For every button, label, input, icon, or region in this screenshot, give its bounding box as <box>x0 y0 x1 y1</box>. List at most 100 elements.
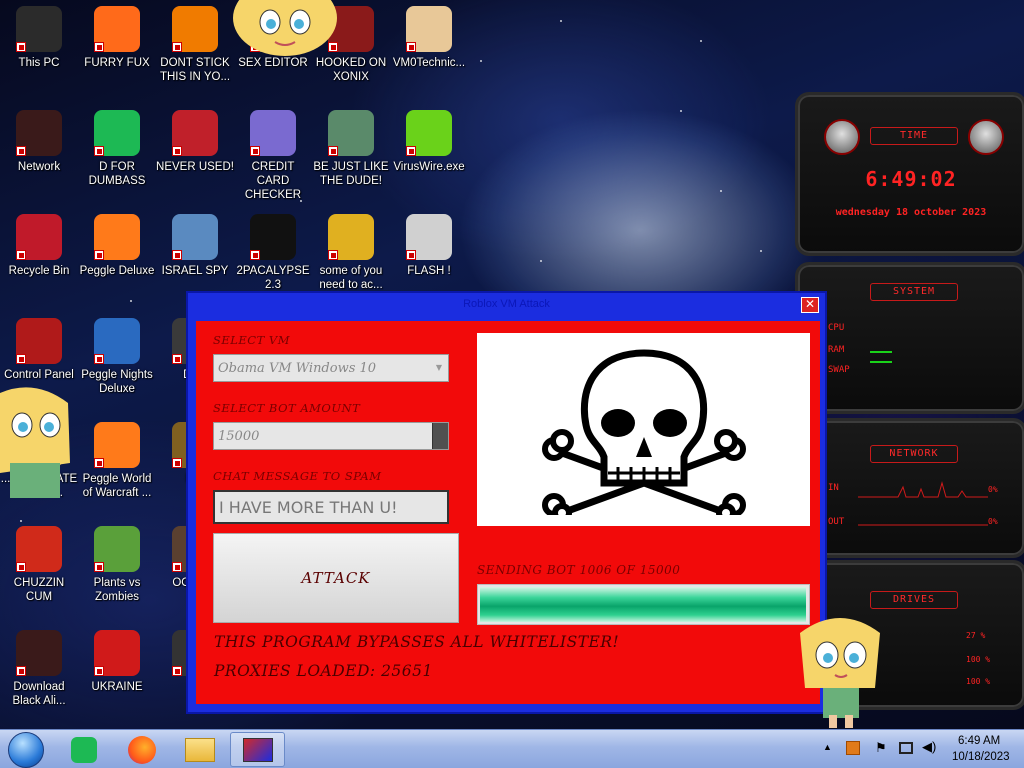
desktop-icon[interactable]: some of you need to ac... <box>312 214 390 292</box>
stepper-arrows[interactable] <box>432 423 448 449</box>
shortcut-arrow-icon <box>328 146 338 156</box>
vm-select-value: Obama VM Windows 10 <box>218 360 377 376</box>
select-vm-label: SELECT VM <box>213 333 291 347</box>
shortcut-arrow-icon <box>94 250 104 260</box>
taskbar-active-app-button[interactable] <box>230 732 285 767</box>
desktop-icon[interactable]: Download Black Ali... <box>0 630 78 708</box>
bot-amount-label: SELECT BOT AMOUNT <box>213 401 361 415</box>
dog-icon <box>328 214 374 260</box>
action-center-flag-icon[interactable]: ⚑ <box>875 740 887 756</box>
shortcut-arrow-icon <box>406 146 416 156</box>
close-button[interactable]: ✕ <box>801 297 819 313</box>
progress-bar <box>477 584 810 625</box>
pvz-icon <box>94 526 140 572</box>
chat-message-input[interactable]: I HAVE MORE THAN U! <box>213 490 449 524</box>
desktop-icon[interactable]: Peggle Deluxe <box>78 214 156 278</box>
time-widget-clock: 6:49:02 <box>865 167 957 191</box>
desktop-icon-label: CREDIT CARD CHECKER <box>244 161 302 201</box>
desktop-icon-label: UKRAINE <box>91 681 143 693</box>
desktop-icon-label: NEVER USED! <box>156 161 234 173</box>
desktop-icon-label: CHUZZIN CUM <box>13 577 65 603</box>
bot-amount-stepper[interactable]: 15000 <box>213 422 449 450</box>
terminal-icon <box>250 214 296 260</box>
vm-select[interactable]: Obama VM Windows 10 ▼ <box>213 354 449 382</box>
chevron-down-icon: ▼ <box>435 363 442 372</box>
desktop-icon[interactable]: This PC <box>0 6 78 70</box>
desktop-icon-label: FLASH ! <box>407 265 451 277</box>
desktop-icon[interactable]: CREDIT CARD CHECKER <box>234 110 312 202</box>
system-row-cpu: CPU <box>828 323 845 333</box>
system-row-swap: SWAP <box>828 365 850 375</box>
alien-head-icon-right <box>968 119 1004 155</box>
start-orb-icon[interactable] <box>8 732 44 768</box>
spotify-icon <box>71 736 97 763</box>
taskbar-clock-date[interactable]: 10/18/2023 <box>952 751 1010 763</box>
network-row-out: OUT <box>828 517 845 527</box>
desktop-icon[interactable]: DONT STICK THIS IN YO... <box>156 6 234 84</box>
system-row-ram: RAM <box>828 345 845 355</box>
control-panel-icon <box>16 318 62 364</box>
desktop-icon[interactable]: Control Panel <box>0 318 78 382</box>
desktop-icon[interactable]: Peggle Nights Deluxe <box>78 318 156 396</box>
show-hidden-icons[interactable]: ▲ <box>823 742 832 752</box>
desktop-icon[interactable]: Network <box>0 110 78 174</box>
shortcut-arrow-icon <box>172 354 182 364</box>
radiation-icon <box>94 630 140 676</box>
shortcut-arrow-icon <box>94 42 104 52</box>
shortcut-arrow-icon <box>94 458 104 468</box>
ram-usage-bar <box>870 351 892 353</box>
desktop-icon[interactable]: UKRAINE <box>78 630 156 694</box>
desktop-icon[interactable]: VirusWire.exe <box>390 110 468 174</box>
desktop-icon[interactable]: FLASH ! <box>390 214 468 278</box>
desktop-icon-label: ISRAEL SPY <box>161 265 229 277</box>
desktop-icon[interactable]: FURRY FUX <box>78 6 156 70</box>
shortcut-arrow-icon <box>172 146 182 156</box>
desktop-icon-label: Recycle Bin <box>8 265 70 277</box>
shortcut-arrow-icon <box>250 250 260 260</box>
desktop-icon[interactable]: Plants vs Zombies <box>78 526 156 604</box>
taskbar-clock-time[interactable]: 6:49 AM <box>958 735 1000 747</box>
cartoon-sticker-bottom <box>795 603 885 728</box>
desktop-icon-label: Peggle Nights Deluxe <box>81 369 153 395</box>
alien-head-icon-left <box>824 119 860 155</box>
desktop-icon[interactable]: BE JUST LIKE THE DUDE! <box>312 110 390 188</box>
file-explorer-icon <box>185 737 215 762</box>
desktop-icon[interactable]: 2PACALYPSE 2.3 <box>234 214 312 292</box>
desktop-icon-label: HOOKED ON XONIX <box>315 57 387 83</box>
desktop-icon-label: 2PACALYPSE 2.3 <box>236 265 310 291</box>
flash-tray-icon[interactable] <box>846 741 860 755</box>
desktop-icon[interactable]: CHUZZIN CUM <box>0 526 78 604</box>
network-tray-icon[interactable] <box>899 742 913 754</box>
desktop-icon[interactable]: ISRAEL SPY <box>156 214 234 278</box>
network-icon <box>16 110 62 156</box>
window-title: Roblox VM Attack <box>463 298 550 310</box>
limewire-icon <box>406 110 452 156</box>
computer-icon <box>16 6 62 52</box>
desktop-icon[interactable]: NEVER USED! <box>156 110 234 174</box>
desktop-icon-label: BE JUST LIKE THE DUDE! <box>313 161 389 187</box>
shortcut-arrow-icon <box>172 42 182 52</box>
network-graph <box>858 481 988 526</box>
desktop-icon[interactable]: Peggle World of Warcraft ... <box>78 422 156 500</box>
desktop-icon[interactable]: D FOR DUMBASS <box>78 110 156 188</box>
doctor-icon <box>406 6 452 52</box>
desktop-icon-label: FURRY FUX <box>84 57 150 69</box>
desktop-icon-label: VM0Technic... <box>392 57 466 69</box>
taskbar-spotify-button[interactable] <box>60 732 108 767</box>
santa-icon <box>328 110 374 156</box>
shortcut-arrow-icon <box>16 562 26 572</box>
drive-value-3: 100 % <box>966 677 991 686</box>
firefox-icon <box>128 735 156 764</box>
taskbar-firefox-button[interactable] <box>118 732 166 767</box>
shortcut-arrow-icon <box>16 666 26 676</box>
peggle-icon <box>94 214 140 260</box>
app-window-icon <box>242 737 273 762</box>
volume-icon[interactable]: ◀) <box>922 739 936 755</box>
bypass-text: THIS PROGRAM BYPASSES ALL WHITELISTER! <box>214 633 620 651</box>
taskbar-explorer-button[interactable] <box>176 732 224 767</box>
attack-button[interactable]: ATTACK <box>213 533 459 623</box>
network-row-in: IN <box>828 483 839 493</box>
shortcut-arrow-icon <box>328 250 338 260</box>
desktop-icon[interactable]: VM0Technic... <box>390 6 468 70</box>
desktop-icon[interactable]: Recycle Bin <box>0 214 78 278</box>
